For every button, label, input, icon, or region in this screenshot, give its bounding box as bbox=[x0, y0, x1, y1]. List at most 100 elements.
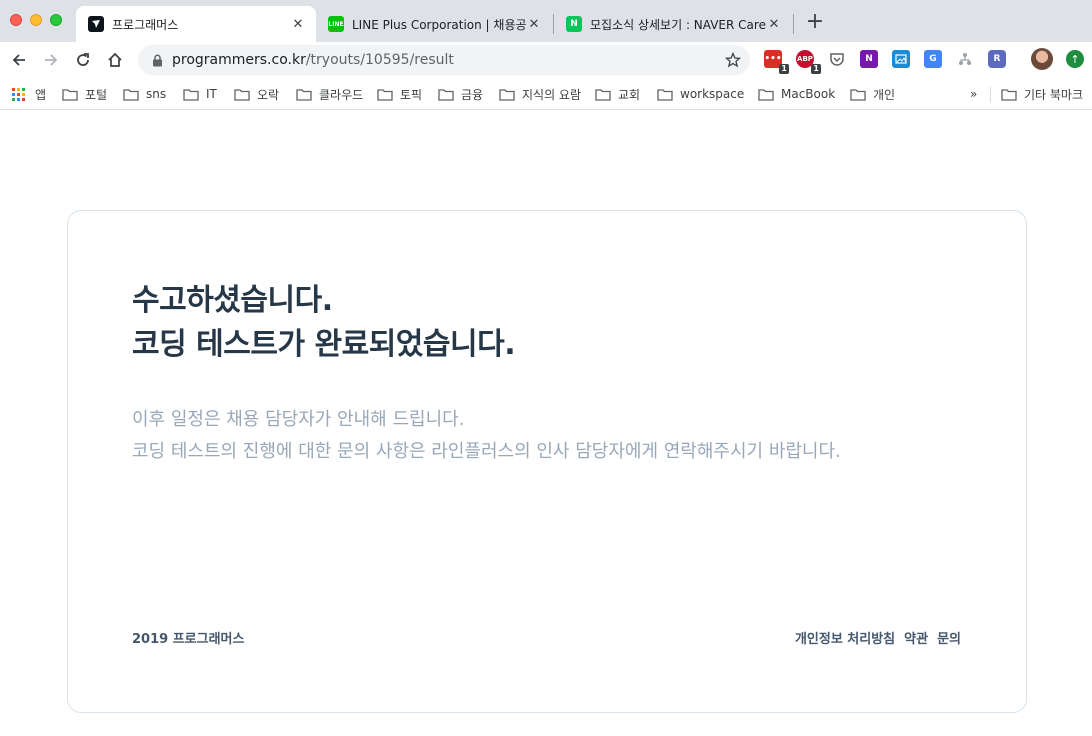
footer-copyright: 2019 프로그래머스 bbox=[132, 632, 245, 647]
bookmarks-divider bbox=[990, 87, 991, 103]
description-line-1: 이후 일정은 채용 담당자가 안내해 드립니다. bbox=[132, 409, 465, 430]
folder-icon bbox=[377, 88, 393, 101]
onenote-icon[interactable]: N bbox=[860, 50, 878, 68]
r-extension-icon[interactable]: R bbox=[988, 50, 1006, 68]
bookmarks-overflow-icon[interactable]: » bbox=[970, 87, 977, 101]
folder-icon bbox=[296, 88, 312, 101]
tab-naver-career[interactable]: N 모집소식 상세보기 : NAVER Career ✕ bbox=[554, 6, 792, 42]
extension-label: N bbox=[865, 54, 873, 64]
folder-icon bbox=[183, 88, 199, 101]
lock-icon[interactable] bbox=[150, 53, 164, 67]
bookmark-label: 포털 bbox=[85, 87, 108, 102]
adblock-icon[interactable]: ABP 1 bbox=[796, 50, 821, 74]
tab-line-careers[interactable]: LINE LINE Plus Corporation | 채용공고 ✕ bbox=[316, 6, 552, 42]
back-button[interactable] bbox=[7, 48, 31, 72]
url-host: programmers.co.kr bbox=[172, 52, 306, 68]
tab-close-icon[interactable]: ✕ bbox=[766, 16, 782, 32]
programmers-icon bbox=[88, 16, 104, 32]
screenshot-icon[interactable] bbox=[892, 50, 910, 68]
extension-label: ••• bbox=[764, 54, 782, 64]
reload-button[interactable] bbox=[71, 48, 95, 72]
description-line-2: 코딩 테스트의 진행에 대한 문의 사항은 라인플러스의 인사 담당자에게 연락… bbox=[132, 441, 841, 462]
folder-icon bbox=[850, 88, 866, 101]
bookmark-label: IT bbox=[206, 87, 217, 101]
bookmark-folder[interactable]: workspace bbox=[657, 83, 744, 105]
bookmark-folder[interactable]: 토픽 bbox=[377, 83, 422, 105]
tab-title: 모집소식 상세보기 : NAVER Career bbox=[590, 17, 766, 32]
tab-programmers[interactable]: 프로그래머스 ✕ bbox=[76, 6, 316, 42]
bookmark-label: workspace bbox=[680, 87, 745, 101]
bookmark-folder[interactable]: 클라우드 bbox=[296, 83, 363, 105]
address-bar[interactable]: programmers.co.kr/tryouts/10595/result bbox=[138, 45, 750, 75]
tab-title: 프로그래머스 bbox=[112, 17, 179, 32]
bookmark-folder[interactable]: IT bbox=[183, 83, 217, 105]
folder-icon bbox=[62, 88, 78, 101]
back-arrow-icon bbox=[12, 54, 25, 66]
todo-extension-icon[interactable]: ••• 1 bbox=[764, 50, 789, 74]
page-title: 수고하셨습니다. 코딩 테스트가 완료되었습니다. bbox=[132, 279, 516, 367]
sitemap-icon[interactable] bbox=[956, 50, 974, 68]
bookmark-star-icon[interactable] bbox=[724, 51, 742, 69]
line-icon: LINE bbox=[328, 16, 344, 32]
bookmark-folder[interactable]: 오락 bbox=[234, 83, 279, 105]
bookmark-label: 오락 bbox=[257, 87, 280, 102]
folder-icon bbox=[123, 88, 139, 101]
folder-icon bbox=[758, 88, 774, 101]
extension-badge: 1 bbox=[811, 64, 821, 74]
zoom-window-button[interactable] bbox=[50, 14, 62, 26]
privacy-policy-link[interactable]: 개인정보 처리방침 bbox=[795, 628, 895, 647]
tab-close-icon[interactable]: ✕ bbox=[526, 16, 542, 32]
bookmark-label: 앱 bbox=[35, 87, 47, 102]
browser-toolbar: programmers.co.kr/tryouts/10595/result •… bbox=[0, 42, 1092, 78]
forward-button[interactable] bbox=[39, 48, 63, 72]
bookmark-folder[interactable]: 포털 bbox=[62, 83, 107, 105]
bookmark-apps[interactable]: 앱 bbox=[12, 83, 46, 105]
forward-arrow-icon bbox=[45, 54, 58, 66]
tab-close-icon[interactable]: ✕ bbox=[290, 16, 306, 32]
translate-icon[interactable]: G bbox=[924, 50, 942, 68]
extension-badge: 1 bbox=[779, 64, 789, 74]
folder-icon bbox=[595, 88, 611, 101]
bookmark-folder[interactable]: 개인 bbox=[850, 83, 895, 105]
bookmark-label: 지식의 요람 bbox=[522, 87, 582, 102]
folder-icon bbox=[234, 88, 250, 101]
home-icon bbox=[108, 52, 122, 67]
minimize-window-button[interactable] bbox=[30, 14, 42, 26]
apps-grid-icon bbox=[12, 87, 25, 101]
bookmark-folder[interactable]: MacBook bbox=[758, 83, 835, 105]
close-window-button[interactable] bbox=[10, 14, 22, 26]
bookmark-folder[interactable]: 지식의 요람 bbox=[499, 83, 581, 105]
extension-label: ABP bbox=[797, 55, 813, 63]
bookmark-label: 토픽 bbox=[400, 87, 423, 102]
tab-divider bbox=[793, 14, 794, 34]
bookmark-label: 클라우드 bbox=[319, 87, 364, 102]
url-text: programmers.co.kr/tryouts/10595/result bbox=[172, 52, 454, 68]
pocket-icon[interactable] bbox=[828, 50, 846, 68]
bookmark-label: 개인 bbox=[873, 87, 896, 102]
extension-label: G bbox=[929, 54, 937, 64]
folder-icon bbox=[438, 88, 454, 101]
profile-avatar[interactable] bbox=[1031, 48, 1053, 70]
bookmark-label: 금융 bbox=[461, 87, 484, 102]
bookmark-folder[interactable]: sns bbox=[123, 83, 166, 105]
folder-icon bbox=[499, 88, 515, 101]
headline-line-1: 수고하셨습니다. bbox=[132, 283, 333, 318]
bookmark-folder[interactable]: 교회 bbox=[595, 83, 640, 105]
extension-label: R bbox=[993, 54, 1001, 64]
bookmark-folder[interactable]: 금융 bbox=[438, 83, 483, 105]
tab-title: LINE Plus Corporation | 채용공고 bbox=[352, 17, 526, 32]
headline-line-2: 코딩 테스트가 완료되었습니다. bbox=[132, 327, 516, 362]
bookmark-other[interactable]: 기타 북마크 bbox=[1001, 83, 1083, 105]
update-arrow-icon[interactable]: ↑ bbox=[1066, 50, 1084, 68]
tab-strip: 프로그래머스 ✕ LINE LINE Plus Corporation | 채용… bbox=[0, 0, 1092, 42]
folder-icon bbox=[657, 88, 673, 101]
bookmark-label: sns bbox=[146, 87, 167, 101]
home-button[interactable] bbox=[103, 48, 127, 72]
terms-link[interactable]: 약관 bbox=[904, 628, 928, 647]
bookmark-label: 기타 북마크 bbox=[1024, 87, 1084, 102]
bookmark-label: 교회 bbox=[618, 87, 641, 102]
result-description: 이후 일정은 채용 담당자가 안내해 드립니다. 코딩 테스트의 진행에 대한 … bbox=[132, 404, 841, 468]
contact-link[interactable]: 문의 bbox=[937, 628, 961, 647]
new-tab-button[interactable]: + bbox=[804, 11, 826, 34]
result-card: 수고하셨습니다. 코딩 테스트가 완료되었습니다. 이후 일정은 채용 담당자가… bbox=[67, 210, 1027, 713]
